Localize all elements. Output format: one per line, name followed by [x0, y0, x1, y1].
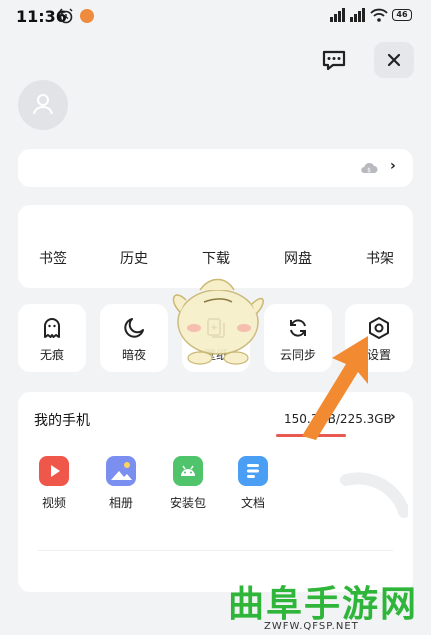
app-documents[interactable]: 文档: [225, 456, 281, 511]
my-phone-title[interactable]: 我的手机: [34, 410, 90, 430]
my-phone-chevron-icon[interactable]: ›: [390, 409, 396, 425]
divider: [38, 550, 393, 551]
watermark-text: 曲阜手游网: [228, 584, 419, 625]
storage-ring: [340, 472, 408, 518]
tile-incognito-label: 无痕: [39, 348, 64, 362]
battery-icon: 46: [392, 9, 412, 21]
document-icon: [238, 456, 268, 486]
user-icon: [33, 94, 53, 115]
android-icon: [173, 456, 203, 486]
app-album[interactable]: 相册: [93, 456, 149, 511]
mascot-image: [172, 278, 264, 365]
account-row[interactable]: $ ›: [18, 149, 413, 187]
quick-link-downloads[interactable]: 下载: [186, 248, 246, 268]
video-icon: [39, 456, 69, 486]
app-album-label: 相册: [108, 496, 133, 510]
quick-link-bookshelf[interactable]: 书架: [350, 248, 410, 268]
cloud-icon: $: [361, 162, 378, 174]
status-bar: 11:36 46: [0, 0, 431, 34]
quick-link-netdisk[interactable]: 网盘: [268, 248, 328, 268]
signal-icon-2: [350, 8, 365, 22]
avatar[interactable]: [18, 80, 68, 130]
alarm-icon: [59, 8, 73, 24]
watermark-url: ZWFW.QFSP.NET: [264, 621, 359, 632]
arrow-indicator-icon: [302, 336, 368, 440]
app-video[interactable]: 视频: [26, 456, 82, 511]
moon-icon: [124, 318, 144, 338]
message-icon[interactable]: [316, 42, 352, 78]
app-apk-label: 安装包: [169, 496, 206, 510]
tile-night-mode-label: 暗夜: [121, 348, 146, 362]
tile-night-mode[interactable]: 暗夜: [100, 304, 168, 372]
watermark: 曲阜手游网 ZWFW.QFSP.NET: [222, 575, 427, 633]
account-chevron-icon: ›: [390, 158, 396, 174]
signal-icon: [330, 8, 345, 22]
wifi-icon: [370, 8, 388, 22]
close-button[interactable]: [374, 42, 414, 78]
ghost-icon: [44, 318, 60, 338]
app-apk[interactable]: 安装包: [160, 456, 216, 511]
quick-link-history[interactable]: 历史: [104, 248, 164, 268]
svg-text:$: $: [367, 167, 371, 174]
tile-incognito[interactable]: 无痕: [18, 304, 86, 372]
album-icon: [106, 456, 136, 486]
quick-link-bookmarks[interactable]: 书签: [23, 248, 83, 268]
close-icon: [387, 53, 401, 67]
notification-icon: [80, 9, 94, 23]
app-documents-label: 文档: [240, 496, 265, 510]
app-video-label: 视频: [41, 496, 66, 510]
